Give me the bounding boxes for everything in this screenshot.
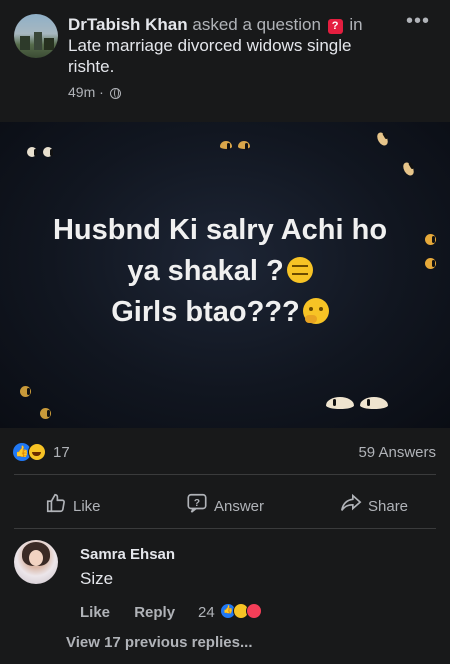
comment-reaction-count[interactable]: 24 — [198, 604, 215, 621]
comment: Samra Ehsan Size Like Reply 24 View 17 p… — [0, 534, 450, 664]
post-header: DrTabish Khan asked a question ? in Late… — [0, 0, 450, 120]
globe-icon — [109, 88, 121, 99]
question-bubble-icon: ? — [186, 492, 208, 522]
answers-count[interactable]: 59 Answers — [358, 444, 436, 461]
comment-actions: Like Reply — [80, 604, 195, 621]
decorative-eyes-icon — [425, 256, 442, 274]
decorative-eyes-icon — [220, 136, 256, 154]
answer-button[interactable]: ? Answer — [186, 492, 264, 516]
question-text: Husbnd Ki salry Achi ho ya shakal ? Girl… — [20, 210, 420, 333]
post-actions: Like ? Answer Share — [0, 484, 450, 524]
svg-text:?: ? — [194, 498, 200, 509]
divider — [14, 474, 436, 475]
commenter-name[interactable]: Samra Ehsan — [80, 546, 175, 563]
author-avatar[interactable] — [14, 14, 58, 58]
decorative-eyes-icon — [326, 396, 394, 414]
commenter-avatar[interactable] — [14, 540, 58, 584]
question-line-3: Girls btao??? — [20, 292, 420, 333]
action-text: asked a question — [192, 15, 321, 34]
haha-reaction-icon[interactable] — [28, 443, 46, 461]
answer-label: Answer — [214, 497, 265, 515]
decorative-eyes-icon — [375, 130, 393, 151]
thinking-face-icon — [302, 298, 329, 324]
comment-like-button[interactable]: Like — [80, 604, 110, 621]
like-button[interactable]: Like — [45, 492, 101, 516]
comment-reply-button[interactable]: Reply — [134, 604, 175, 621]
share-arrow-icon — [340, 492, 362, 522]
question-line-2: ya shakal ? — [20, 251, 420, 292]
decorative-eyes-icon — [27, 144, 59, 162]
post-stats: 👍 17 59 Answers — [0, 440, 450, 466]
thumbs-up-icon — [45, 492, 67, 522]
love-reaction-icon[interactable] — [246, 603, 262, 619]
view-previous-replies-link[interactable]: View 17 previous replies... — [66, 634, 252, 651]
decorative-eyes-icon — [40, 406, 57, 424]
more-options-icon[interactable]: ••• — [406, 10, 430, 33]
share-label: Share — [368, 497, 409, 515]
decorative-eyes-icon — [401, 160, 419, 181]
question-banner[interactable]: Husbnd Ki salry Achi ho ya shakal ? Girl… — [0, 122, 450, 428]
decorative-eyes-icon — [425, 232, 442, 250]
time-text: 49m — [68, 84, 96, 100]
divider — [14, 528, 436, 529]
reaction-count[interactable]: 17 — [53, 444, 70, 461]
post-header-text: DrTabish Khan asked a question ? in Late… — [68, 14, 388, 77]
share-button[interactable]: Share — [340, 492, 408, 516]
question-icon: ? — [327, 19, 343, 34]
like-label: Like — [73, 497, 101, 515]
decorative-eyes-icon — [20, 384, 37, 402]
comment-text: Size — [80, 569, 114, 588]
expressionless-face-icon — [286, 257, 313, 283]
question-line-1: Husbnd Ki salry Achi ho — [52, 214, 388, 246]
in-text: in — [349, 15, 363, 34]
author-name[interactable]: DrTabish Khan — [68, 15, 188, 34]
post-timestamp[interactable]: 49m · — [68, 84, 121, 100]
group-name[interactable]: Late marriage divorced widows single ris… — [68, 36, 351, 76]
